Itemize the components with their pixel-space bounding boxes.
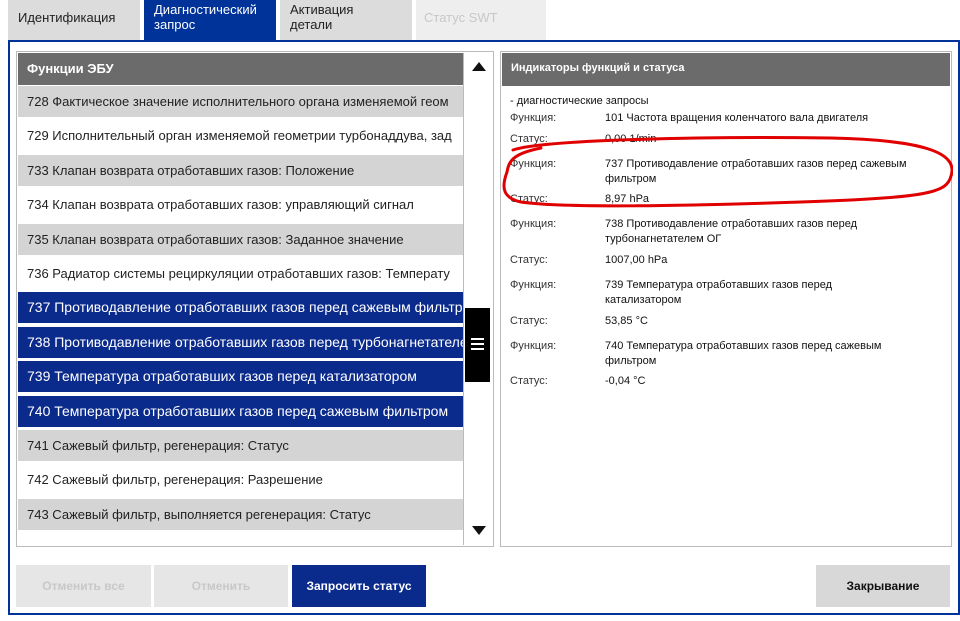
ecu-functions-panel: Функции ЭБУ 728 Фактическое значение исп… <box>16 51 494 547</box>
ecu-function-row[interactable]: 742 Сажевый фильтр, регенерация: Разреше… <box>18 464 463 496</box>
scroll-thumb[interactable] <box>465 308 490 382</box>
close-button[interactable]: Закрывание <box>816 565 950 607</box>
tab-component-activation[interactable]: Активация детали <box>280 0 412 40</box>
function-label: Функция: <box>510 218 557 230</box>
tab-diagnostic-request[interactable]: Диагностический запрос <box>144 0 276 40</box>
tab-swt-status: Статус SWT <box>416 0 546 40</box>
ecu-function-row[interactable]: 739 Температура отработавших газов перед… <box>18 361 463 393</box>
function-label: Функция: <box>510 279 557 291</box>
ecu-function-row[interactable]: 733 Клапан возврата отработавших газов: … <box>18 154 463 186</box>
ecu-function-row[interactable]: 740 Температура отработавших газов перед… <box>18 395 463 427</box>
grip-line <box>471 348 484 350</box>
status-value: 0,00 1/min <box>605 133 657 145</box>
diagnostic-window: Идентификация Диагностический запрос Акт… <box>0 0 960 621</box>
function-value: 737 Противодавление отработавших газов п… <box>605 158 907 185</box>
function-value: 101 Частота вращения коленчатого вала дв… <box>605 112 869 124</box>
function-value: 739 Температура отработавших газов перед… <box>605 279 833 306</box>
function-value: 738 Противодавление отработавших газов п… <box>605 218 858 245</box>
status-value: 1007,00 hPa <box>605 254 668 266</box>
status-value: -0,04 °C <box>605 375 646 387</box>
ecu-function-row[interactable]: 743 Сажевый фильтр, выполняется регенера… <box>18 498 463 530</box>
ecu-function-row[interactable]: 738 Противодавление отработавших газов п… <box>18 326 463 358</box>
tab-label: Статус SWT <box>424 10 498 25</box>
tab-identification[interactable]: Идентификация <box>8 0 140 40</box>
ecu-function-row[interactable]: 729 Исполнительный орган изменяемой геом… <box>18 120 463 152</box>
cancel-all-button: Отменить все <box>16 565 151 607</box>
section-label: - диагностические запросы <box>510 95 649 107</box>
tab-label: Диагностический запрос <box>154 2 257 32</box>
ecu-function-row[interactable]: 728 Фактическое значение исполнительного… <box>18 86 463 117</box>
tab-label: Активация детали <box>290 2 354 32</box>
status-label: Статус: <box>510 375 548 387</box>
ecu-functions-header: Функции ЭБУ <box>18 53 463 85</box>
status-value: 53,85 °C <box>605 315 648 327</box>
scroll-down-arrow-icon[interactable] <box>464 517 493 545</box>
status-label: Статус: <box>510 133 548 145</box>
grip-line <box>471 338 484 340</box>
scroll-up-arrow-icon[interactable] <box>464 53 493 81</box>
function-value: 740 Температура отработавших газов перед… <box>605 340 882 367</box>
function-label: Функция: <box>510 340 557 352</box>
status-label: Статус: <box>510 315 548 327</box>
scrollbar[interactable] <box>463 53 493 545</box>
tab-label: Идентификация <box>18 10 116 25</box>
content-frame: Функции ЭБУ 728 Фактическое значение исп… <box>8 40 960 615</box>
ecu-function-row[interactable]: 736 Радиатор системы рециркуляции отрабо… <box>18 258 463 289</box>
ecu-function-row[interactable]: 741 Сажевый фильтр, регенерация: Статус <box>18 430 463 461</box>
status-label: Статус: <box>510 254 548 266</box>
request-status-button[interactable]: Запросить статус <box>292 565 426 607</box>
function-label: Функция: <box>510 158 557 170</box>
grip-line <box>471 343 484 345</box>
ecu-function-row[interactable]: 734 Клапан возврата отработавших газов: … <box>18 189 463 221</box>
function-label: Функция: <box>510 112 557 124</box>
status-indicators-panel: Индикаторы функций и статуса - диагности… <box>500 51 953 547</box>
cancel-button: Отменить <box>154 565 288 607</box>
status-label: Статус: <box>510 193 548 205</box>
ecu-function-row[interactable]: 737 Противодавление отработавших газов п… <box>18 292 463 324</box>
ecu-function-row[interactable]: 735 Клапан возврата отработавших газов: … <box>18 223 463 255</box>
status-value: 8,97 hPa <box>605 193 650 205</box>
status-indicators-header: Индикаторы функций и статуса <box>502 53 950 86</box>
